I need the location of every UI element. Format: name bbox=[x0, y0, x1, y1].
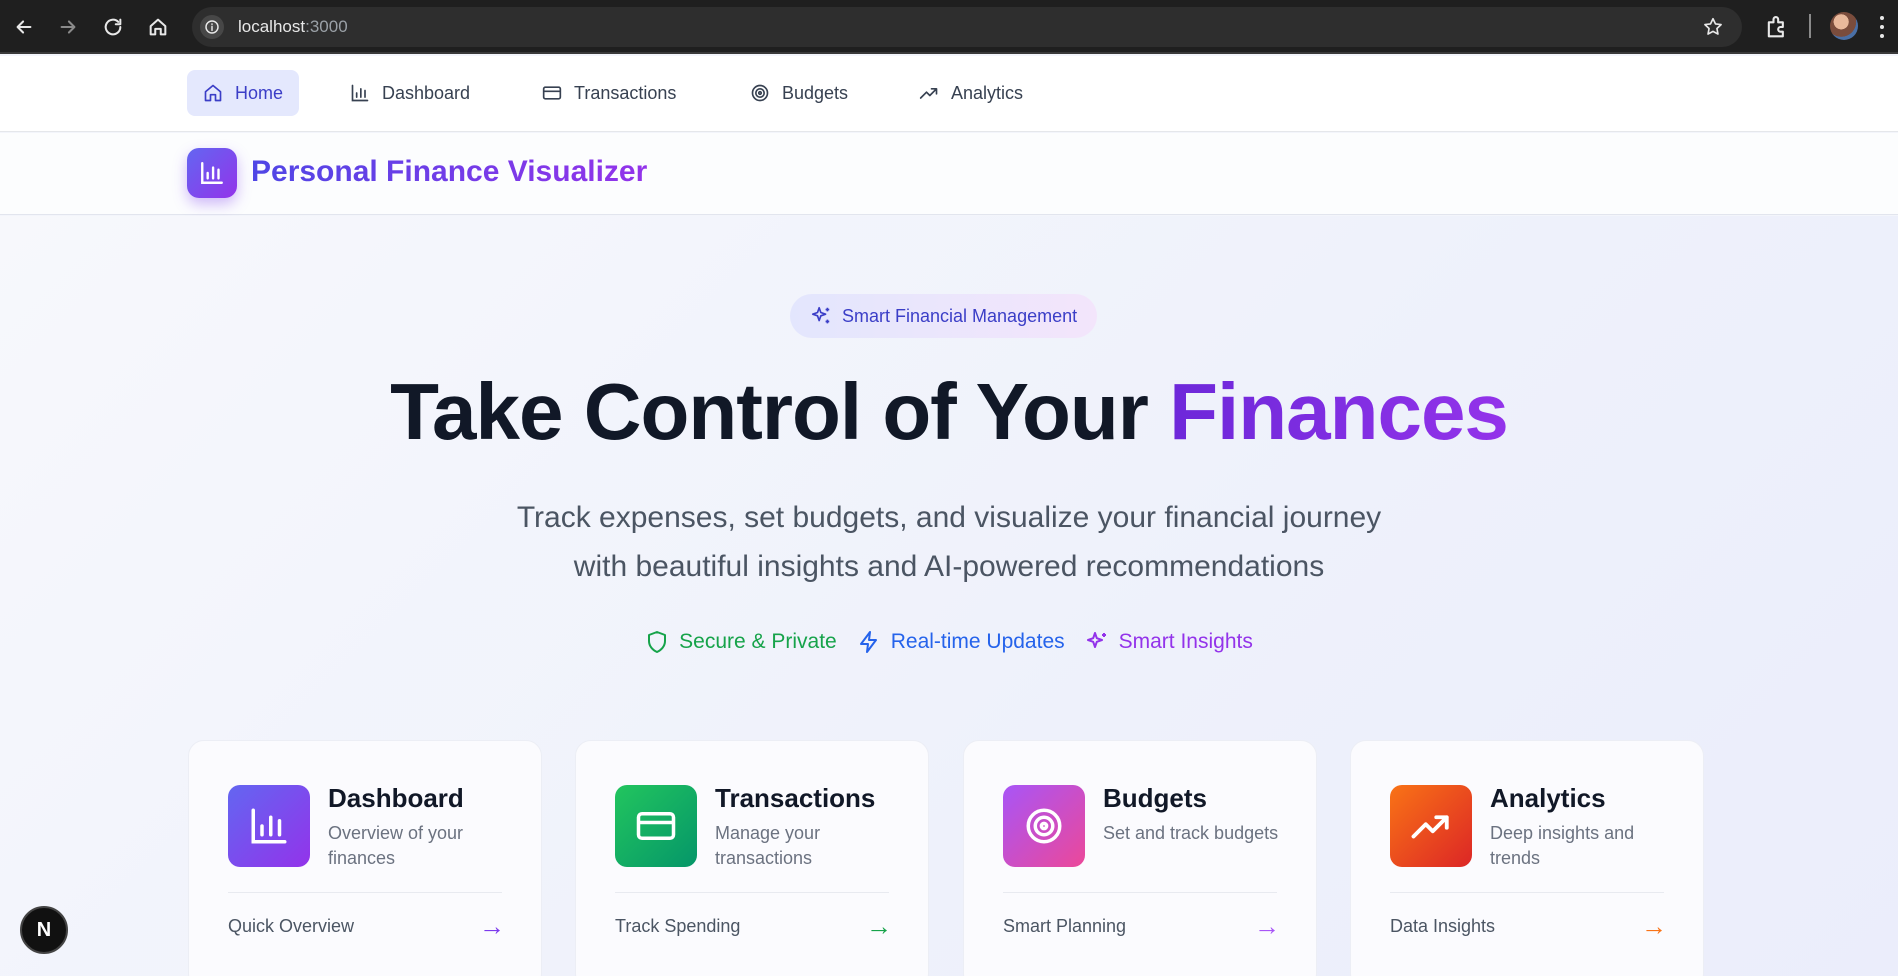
card-description: Deep insights and trends bbox=[1490, 823, 1635, 868]
profile-avatar[interactable] bbox=[1830, 12, 1858, 40]
arrow-right-icon[interactable]: → bbox=[479, 911, 505, 942]
back-button[interactable] bbox=[8, 11, 40, 43]
nav-label: Analytics bbox=[951, 82, 1024, 103]
address-bar[interactable]: localhost:3000 bbox=[192, 7, 1742, 47]
card-description: Set and track budgets bbox=[1103, 823, 1279, 843]
shield-icon bbox=[648, 631, 667, 653]
sparkles-icon bbox=[1086, 632, 1106, 648]
tagline-badge: Smart Financial Management bbox=[790, 294, 1098, 338]
feature-highlights: Secure & Private Real-time Updates Smart… bbox=[0, 630, 1898, 654]
hero-headline: Take Control of Your Finances bbox=[0, 366, 1898, 458]
nav-item-dashboard[interactable]: Dashboard bbox=[334, 70, 486, 116]
home-icon bbox=[204, 84, 222, 102]
card-budgets[interactable]: Budgets Set and track budgets Smart Plan… bbox=[963, 740, 1317, 976]
trending-up-icon bbox=[1411, 815, 1449, 839]
forward-button[interactable] bbox=[52, 11, 84, 43]
bar-chart-icon bbox=[201, 162, 223, 184]
nav-label: Dashboard bbox=[382, 82, 471, 103]
card-title: Transactions bbox=[715, 783, 876, 813]
card-icon bbox=[228, 785, 310, 867]
bar-chart-icon bbox=[251, 808, 287, 844]
nav-item-transactions[interactable]: Transactions bbox=[526, 70, 692, 116]
toolbar-divider bbox=[1809, 14, 1811, 38]
card-footer-label: Track Spending bbox=[615, 916, 741, 936]
arrow-right-icon bbox=[60, 20, 76, 34]
card-footer-label: Smart Planning bbox=[1003, 916, 1127, 936]
card-transactions[interactable]: Transactions Manage your transactions Tr… bbox=[575, 740, 929, 976]
credit-card-icon bbox=[542, 86, 562, 100]
nav-item-home[interactable]: Home bbox=[187, 70, 300, 116]
home-icon bbox=[149, 18, 167, 36]
tagline-text: Smart Financial Management bbox=[842, 305, 1078, 326]
card-icon bbox=[1003, 785, 1085, 867]
feature-label: Smart Insights bbox=[1118, 630, 1253, 653]
sparkles-icon bbox=[811, 306, 830, 324]
nav-item-analytics[interactable]: Analytics bbox=[903, 70, 1039, 116]
headline-accent: Finances bbox=[1169, 367, 1509, 456]
extensions-icon[interactable] bbox=[1763, 13, 1791, 41]
card-divider bbox=[1003, 892, 1277, 893]
card-title: Analytics bbox=[1490, 783, 1606, 813]
card-dashboard[interactable]: Dashboard Overview of your finances Quic… bbox=[188, 740, 542, 976]
zap-icon bbox=[859, 631, 877, 653]
feature-label: Secure & Private bbox=[679, 630, 837, 653]
card-analytics[interactable]: Analytics Deep insights and trends Data … bbox=[1350, 740, 1704, 976]
feature-realtime: Real-time Updates bbox=[857, 630, 1065, 654]
arrow-left-icon bbox=[16, 20, 32, 34]
arrow-right-icon[interactable]: → bbox=[1641, 911, 1667, 942]
nav-label: Transactions bbox=[574, 82, 677, 103]
site-info-icon[interactable] bbox=[200, 15, 224, 39]
browser-toolbar: localhost:3000 bbox=[0, 0, 1898, 54]
card-divider bbox=[615, 892, 889, 893]
trending-up-icon bbox=[919, 88, 938, 99]
credit-card-icon bbox=[636, 812, 676, 840]
reload-icon bbox=[104, 18, 122, 36]
card-footer-label: Quick Overview bbox=[228, 916, 355, 936]
card-title: Dashboard bbox=[328, 783, 464, 813]
subtitle-line: with beautiful insights and AI-powered r… bbox=[573, 550, 1325, 583]
top-navigation: Home Dashboard Transactions Budgets Anal… bbox=[0, 56, 1898, 132]
nextjs-devtools-button[interactable]: N bbox=[20, 906, 68, 954]
brand-logo[interactable] bbox=[187, 148, 237, 198]
feature-secure: Secure & Private bbox=[645, 630, 837, 654]
browser-menu-icon[interactable] bbox=[1872, 13, 1892, 41]
bookmark-star-icon[interactable] bbox=[1702, 16, 1724, 38]
card-icon bbox=[615, 785, 697, 867]
feature-label: Real-time Updates bbox=[890, 630, 1065, 653]
card-description: Manage your transactions bbox=[715, 823, 821, 868]
nav-label: Home bbox=[235, 82, 284, 103]
feature-insights: Smart Insights bbox=[1085, 630, 1253, 654]
card-title: Budgets bbox=[1103, 783, 1207, 813]
hero-subtitle: Track expenses, set budgets, and visuali… bbox=[0, 493, 1898, 591]
bar-chart-icon bbox=[351, 84, 369, 102]
headline-main: Take Control of Your bbox=[390, 367, 1170, 456]
nav-label: Budgets bbox=[782, 82, 849, 103]
card-divider bbox=[228, 892, 502, 893]
target-icon bbox=[1026, 808, 1062, 844]
target-icon bbox=[751, 84, 769, 102]
reload-button[interactable] bbox=[97, 11, 129, 43]
arrow-right-icon[interactable]: → bbox=[866, 911, 892, 942]
nav-item-budgets[interactable]: Budgets bbox=[734, 70, 864, 116]
subtitle-line: Track expenses, set budgets, and visuali… bbox=[516, 501, 1382, 534]
home-button[interactable] bbox=[142, 11, 174, 43]
card-divider bbox=[1390, 892, 1664, 893]
card-description: Overview of your finances bbox=[328, 823, 464, 868]
brand-header: Personal Finance Visualizer bbox=[0, 133, 1898, 215]
card-footer-label: Data Insights bbox=[1390, 916, 1496, 936]
card-icon bbox=[1390, 785, 1472, 867]
brand-title[interactable]: Personal Finance Visualizer bbox=[251, 155, 647, 189]
url-text: localhost:3000 bbox=[238, 17, 348, 36]
main-content: Smart Financial Management Take Control … bbox=[0, 216, 1898, 976]
arrow-right-icon[interactable]: → bbox=[1254, 911, 1280, 942]
